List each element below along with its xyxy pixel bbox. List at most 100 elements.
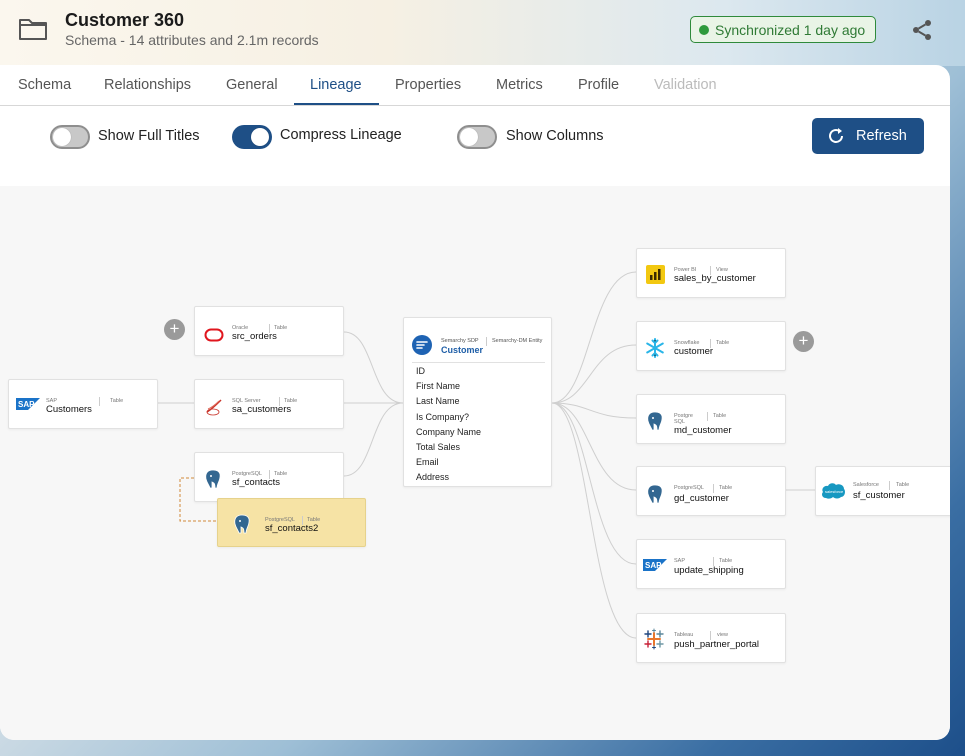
node-name: update_shipping <box>674 565 744 576</box>
sync-status-text: Synchronized 1 day ago <box>715 21 866 38</box>
postgresql-icon <box>205 469 221 489</box>
node-kind: Table <box>110 398 124 404</box>
entity-attribute: Company Name <box>416 427 482 437</box>
oracle-icon <box>204 328 224 342</box>
tableau-icon <box>644 628 664 650</box>
node-name: sf_contacts2 <box>265 523 319 534</box>
refresh-icon <box>829 128 843 143</box>
entity-attribute: Total Sales <box>416 442 461 452</box>
postgresql-icon <box>647 484 663 504</box>
show-full-titles-label: Show Full Titles <box>98 128 200 144</box>
lineage-node-customer[interactable]: Snowflake Table customer <box>636 321 786 371</box>
active-tab-indicator <box>294 103 379 105</box>
tab-schema[interactable]: Schema <box>18 77 71 93</box>
status-dot-icon <box>699 25 709 35</box>
lineage-canvas[interactable]: + Oracle Table src_orders SQL Server Tab… <box>0 186 950 740</box>
node-kind: view <box>717 632 729 638</box>
node-name: md_customer <box>674 425 732 436</box>
lineage-node-sf-customer[interactable]: salesforce Salesforce Table sf_customer <box>815 466 950 516</box>
node-kind: Table <box>713 413 727 419</box>
node-system: Salesforce <box>853 482 879 488</box>
entity-divider <box>412 362 545 363</box>
lineage-node-update-shipping[interactable]: SAP SAP Table update_shipping <box>636 539 786 589</box>
node-name: gd_customer <box>674 493 729 504</box>
node-system: Tableau <box>674 632 694 638</box>
lineage-node-sa-customers[interactable]: SQL Server Table sa_customers <box>194 379 344 429</box>
postgresql-icon <box>234 514 250 534</box>
salesforce-icon: salesforce <box>822 483 845 499</box>
entity-attribute: First Name <box>416 381 461 391</box>
tab-metrics[interactable]: Metrics <box>496 77 543 93</box>
node-name: sf_customer <box>853 490 905 501</box>
entity-kind: Semarchy-DM Entity <box>492 338 543 344</box>
entity-attribute: ID <box>416 366 425 376</box>
node-name: sf_contacts <box>232 477 281 488</box>
tab-relationships[interactable]: Relationships <box>104 77 191 93</box>
svg-text:salesforce: salesforce <box>825 489 844 494</box>
page-title: Customer 360 <box>65 10 185 30</box>
compress-lineage-label: Compress Lineage <box>280 127 402 143</box>
lineage-node-sales-by-customer[interactable]: Power BI View sales_by_customer <box>636 248 786 298</box>
node-system: Postgre SQL <box>674 413 693 425</box>
node-name: customer <box>674 346 714 357</box>
lineage-node-gd-customer[interactable]: PostgreSQL Table gd_customer <box>636 466 786 516</box>
entity-system: Semarchy SDP <box>441 338 479 344</box>
tab-lineage[interactable]: Lineage <box>310 77 362 93</box>
lineage-node-sf-contacts2[interactable]: PostgreSQL Table sf_contacts2 <box>217 498 366 547</box>
show-full-titles-toggle[interactable] <box>50 125 90 149</box>
sap-icon: SAP <box>16 398 40 410</box>
entity-name: Customer <box>441 345 484 355</box>
node-name: sa_customers <box>232 404 292 415</box>
lineage-node-customers[interactable]: SAP SAP Table Customers <box>8 379 158 429</box>
sap-icon: SAP <box>643 559 667 571</box>
postgresql-icon <box>647 411 663 431</box>
node-kind: Table <box>719 558 733 564</box>
tab-bar: Schema Relationships General Lineage Pro… <box>0 65 950 106</box>
svg-text:SAP: SAP <box>645 561 662 570</box>
lineage-node-md-customer[interactable]: Postgre SQL Table md_customer <box>636 394 786 444</box>
node-name: push_partner_portal <box>674 639 760 650</box>
share-icon[interactable] <box>910 18 934 42</box>
node-name: src_orders <box>232 331 277 342</box>
expand-downstream-button[interactable]: + <box>793 331 814 352</box>
semarchy-icon <box>412 335 432 355</box>
lineage-panel: Schema Relationships General Lineage Pro… <box>0 65 950 740</box>
entity-attribute: Email <box>416 457 439 467</box>
node-kind: Table <box>719 485 733 491</box>
page-subtitle: Schema - 14 attributes and 2.1m records <box>65 32 319 48</box>
svg-text:SAP: SAP <box>18 400 35 409</box>
snowflake-icon <box>646 338 664 358</box>
node-divider <box>713 484 714 493</box>
node-name: Customers <box>46 404 92 415</box>
node-system: PostgreSQL <box>674 485 704 491</box>
refresh-label: Refresh <box>856 128 907 144</box>
node-kind: Table <box>716 340 730 346</box>
entity-attribute: Last Name <box>416 396 460 406</box>
node-divider <box>707 412 708 421</box>
lineage-node-push-partner-portal[interactable]: Tableau view push_partner_portal <box>636 613 786 663</box>
node-kind: Table <box>896 482 910 488</box>
node-divider <box>486 337 487 346</box>
tab-general[interactable]: General <box>226 77 278 93</box>
expand-upstream-button[interactable]: + <box>164 319 185 340</box>
lineage-node-src-orders[interactable]: Oracle Table src_orders <box>194 306 344 356</box>
refresh-button[interactable]: Refresh <box>812 118 924 154</box>
node-divider <box>99 397 100 406</box>
tab-validation: Validation <box>654 77 717 93</box>
sql-server-icon <box>206 399 222 416</box>
compress-lineage-toggle[interactable] <box>232 125 272 149</box>
entity-header: Customer 360 Schema - 14 attributes and … <box>0 0 965 66</box>
entity-attribute: Address <box>416 472 450 482</box>
tab-profile[interactable]: Profile <box>578 77 619 93</box>
lineage-entity-customer[interactable]: Semarchy SDP Semarchy-DM Entity Customer… <box>403 317 552 487</box>
show-columns-label: Show Columns <box>506 128 604 144</box>
tab-properties[interactable]: Properties <box>395 77 461 93</box>
node-name: sales_by_customer <box>674 273 756 284</box>
power-bi-icon <box>646 265 665 284</box>
show-columns-toggle[interactable] <box>457 125 497 149</box>
lineage-node-sf-contacts[interactable]: PostgreSQL Table sf_contacts <box>194 452 344 502</box>
sync-status-badge: Synchronized 1 day ago <box>690 16 876 43</box>
node-divider <box>889 481 890 490</box>
entity-attribute: Is Company? <box>416 412 470 422</box>
node-system: SAP <box>674 558 686 564</box>
